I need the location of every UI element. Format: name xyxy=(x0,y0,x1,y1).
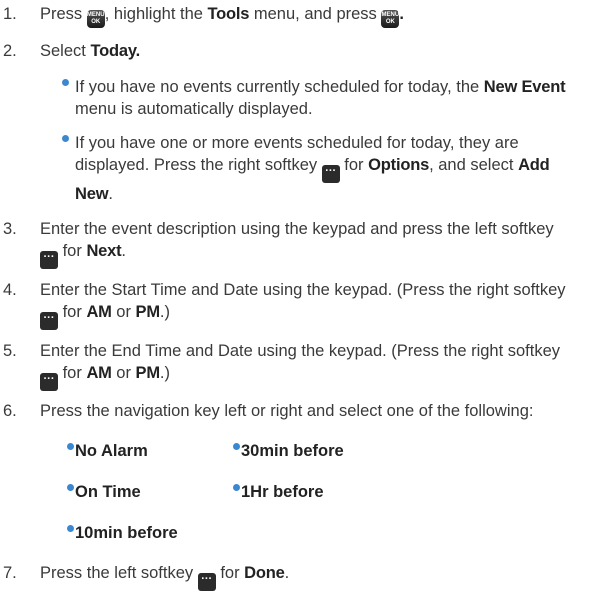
menu-name-tools: Tools xyxy=(207,5,250,23)
option-label: No Alarm xyxy=(75,442,148,460)
bullet-text: If you have one or more events scheduled… xyxy=(75,132,590,205)
option-label: 30min before xyxy=(241,442,344,460)
text-run: . xyxy=(108,185,113,203)
bullet-dot-icon xyxy=(67,484,74,491)
step-number: 1. xyxy=(3,5,17,23)
text-run: Enter the event description using the ke… xyxy=(40,220,554,238)
text-run: Enter the Start Time and Date using the … xyxy=(40,281,566,299)
step-number: 5. xyxy=(3,342,17,360)
key-label-bottom: OK xyxy=(385,19,395,25)
menu-name-today: Today xyxy=(90,42,136,60)
menu-name-new: New xyxy=(75,185,109,203)
step-text: Press the navigation key left or right a… xyxy=(40,402,534,420)
bullet-text: If you have no events currently schedule… xyxy=(75,76,590,120)
bullet-dot-icon xyxy=(62,79,69,86)
bullet-dot-icon xyxy=(233,443,240,450)
menu-ok-key-icon: MENU OK xyxy=(86,10,105,28)
step-number: 2. xyxy=(3,42,17,60)
text-run: . xyxy=(284,564,290,582)
right-softkey-icon: ··· xyxy=(40,373,58,391)
text-run: .) xyxy=(159,303,170,321)
key-label-top: MENU xyxy=(381,12,400,18)
text-run: .) xyxy=(159,364,170,382)
step-text: Press MENU OK, highlight the Tools menu, … xyxy=(40,3,590,28)
option-am: AM xyxy=(86,364,112,382)
option-pm: PM xyxy=(135,364,161,382)
bullet-dot-icon xyxy=(67,525,74,532)
text-run: . xyxy=(399,5,404,23)
text-run: Enter the End Time and Date using the ke… xyxy=(40,342,561,360)
text-run: or xyxy=(111,364,136,382)
menu-name-new-event: New Event xyxy=(483,78,566,96)
text-run: for xyxy=(58,364,87,382)
menu-name-options: Options xyxy=(368,156,430,174)
text-run: If you have no events currently schedule… xyxy=(75,78,484,96)
text-run: Press xyxy=(40,5,87,23)
step-text: Enter the event description using the ke… xyxy=(40,218,590,269)
step-text: Select Today. xyxy=(40,40,590,62)
text-run: , highlight the xyxy=(104,5,208,23)
text-run: Press the left softkey xyxy=(40,564,198,582)
left-softkey-icon: ··· xyxy=(197,573,216,591)
bullet-dot-icon xyxy=(233,484,240,491)
menu-name-done: Done xyxy=(244,564,285,582)
option-label: On Time xyxy=(75,483,141,501)
text-run: . xyxy=(135,42,141,60)
text-run: If you have one or more events scheduled… xyxy=(75,134,519,152)
step-text: Enter the End Time and Date using the ke… xyxy=(40,340,590,391)
bullet-dot-icon xyxy=(62,135,69,142)
step-text: Enter the Start Time and Date using the … xyxy=(40,279,590,330)
text-run: for xyxy=(58,242,87,260)
right-softkey-icon: ··· xyxy=(40,312,58,330)
text-run: menu is automatically displayed. xyxy=(75,100,313,118)
option-label: 1Hr before xyxy=(241,483,324,501)
text-run: for xyxy=(339,156,369,174)
text-run: Select xyxy=(40,42,91,60)
text-run: for xyxy=(215,564,245,582)
option-label: 10min before xyxy=(75,524,178,542)
option-pm: PM xyxy=(135,303,161,321)
step-number: 4. xyxy=(3,281,17,299)
right-softkey-icon: ··· xyxy=(321,165,340,183)
key-label-top: MENU xyxy=(86,12,105,18)
text-run: menu, and press xyxy=(249,5,382,23)
step-text: Press the left softkey ··· for Done. xyxy=(40,562,590,591)
left-softkey-icon: ··· xyxy=(40,251,58,269)
text-run: or xyxy=(111,303,136,321)
key-label-bottom: OK xyxy=(91,19,101,25)
text-run: displayed. Press the right softkey xyxy=(75,156,322,174)
text-run: . xyxy=(121,242,126,260)
text-run: for xyxy=(58,303,87,321)
option-am: AM xyxy=(86,303,112,321)
text-run: , and select xyxy=(429,156,519,174)
menu-ok-key-icon: MENU OK xyxy=(381,10,400,28)
menu-name-next: Next xyxy=(86,242,122,260)
step-number: 6. xyxy=(3,402,17,420)
step-number: 7. xyxy=(3,564,17,582)
menu-name-add: Add xyxy=(518,156,550,174)
step-number: 3. xyxy=(3,220,17,238)
bullet-dot-icon xyxy=(67,443,74,450)
